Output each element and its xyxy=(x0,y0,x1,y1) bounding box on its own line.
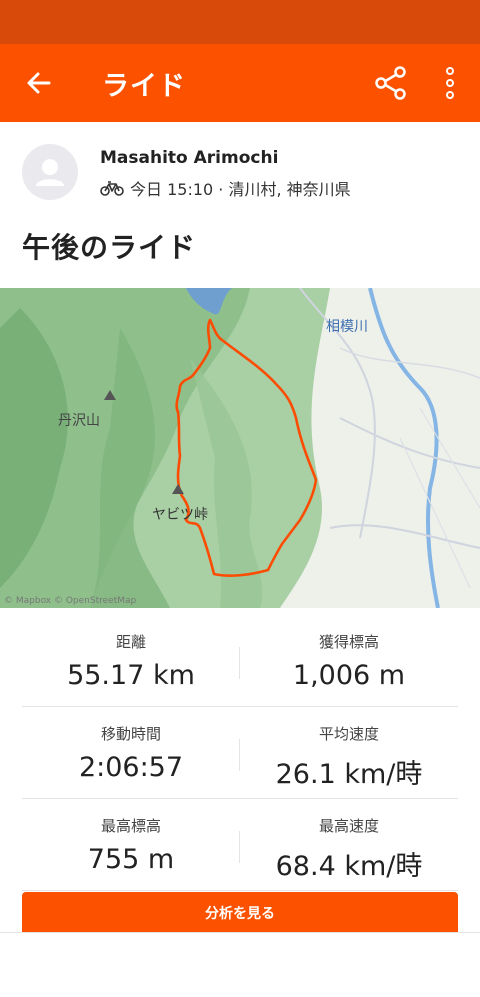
stat-label: 平均速度 xyxy=(318,725,379,743)
stat-row: 距離 55.17 km 獲得標高 1,006 m xyxy=(22,615,458,707)
stat-moving-time: 移動時間 2:06:57 xyxy=(22,707,240,799)
stat-max-speed: 最高速度 68.4 km/時 xyxy=(240,799,458,891)
status-bar xyxy=(0,0,480,44)
arrow-left-icon xyxy=(27,72,51,94)
avatar[interactable] xyxy=(22,144,78,200)
athlete-name[interactable]: Masahito Arimochi xyxy=(100,148,278,168)
map-canvas xyxy=(0,288,480,608)
stat-distance: 距離 55.17 km xyxy=(22,615,240,707)
map-attribution[interactable]: © Mapbox © OpenStreetMap xyxy=(4,596,136,606)
back-button[interactable] xyxy=(22,66,56,100)
stat-max-elevation: 最高標高 755 m xyxy=(22,799,240,891)
activity-meta: 今日 15:10 · 清川村, 神奈川県 xyxy=(100,176,351,200)
stat-label: 最高速度 xyxy=(318,817,379,835)
more-vertical-icon xyxy=(446,67,454,99)
activity-time-location: 今日 15:10 · 清川村, 神奈川県 xyxy=(130,180,351,199)
page-title: ライド xyxy=(102,71,186,102)
stat-row: 移動時間 2:06:57 平均速度 26.1 km/時 xyxy=(22,707,458,799)
share-button[interactable] xyxy=(372,64,410,102)
stat-value: 68.4 km/時 xyxy=(275,851,423,882)
person-icon xyxy=(36,159,64,186)
stat-value: 755 m xyxy=(87,844,175,875)
route-map[interactable]: 丹沢山 ヤビツ峠 相模川 © Mapbox © OpenStreetMap xyxy=(0,288,480,608)
stat-value: 26.1 km/時 xyxy=(275,759,423,790)
more-options-button[interactable] xyxy=(440,64,460,102)
map-label-river: 相模川 xyxy=(326,319,368,335)
stat-label: 距離 xyxy=(115,633,146,651)
stat-value: 1,006 m xyxy=(292,660,406,691)
stat-value: 55.17 km xyxy=(67,660,195,691)
athlete-header: Masahito Arimochi 今日 15:10 · 清川村, 神奈川県 xyxy=(0,122,480,222)
activity-title: 午後のライド xyxy=(22,231,197,264)
divider xyxy=(0,932,480,933)
map-label-pass: ヤビツ峠 xyxy=(152,507,208,523)
bicycle-icon xyxy=(100,181,124,196)
stat-elevation-gain: 獲得標高 1,006 m xyxy=(240,615,458,707)
stat-label: 獲得標高 xyxy=(318,633,379,651)
share-icon xyxy=(375,66,406,100)
stat-value: 2:06:57 xyxy=(78,752,184,783)
stat-label: 移動時間 xyxy=(100,725,161,743)
analyze-button[interactable]: 分析を見る xyxy=(22,892,458,932)
stat-average-speed: 平均速度 26.1 km/時 xyxy=(240,707,458,799)
stats-grid: 距離 55.17 km 獲得標高 1,006 m 移動時間 2:06:57 平均… xyxy=(22,615,458,891)
stat-row: 最高標高 755 m 最高速度 68.4 km/時 xyxy=(22,799,458,891)
stat-label: 最高標高 xyxy=(100,817,161,835)
app-bar: ライド xyxy=(0,44,480,122)
map-label-mountain: 丹沢山 xyxy=(58,413,100,429)
